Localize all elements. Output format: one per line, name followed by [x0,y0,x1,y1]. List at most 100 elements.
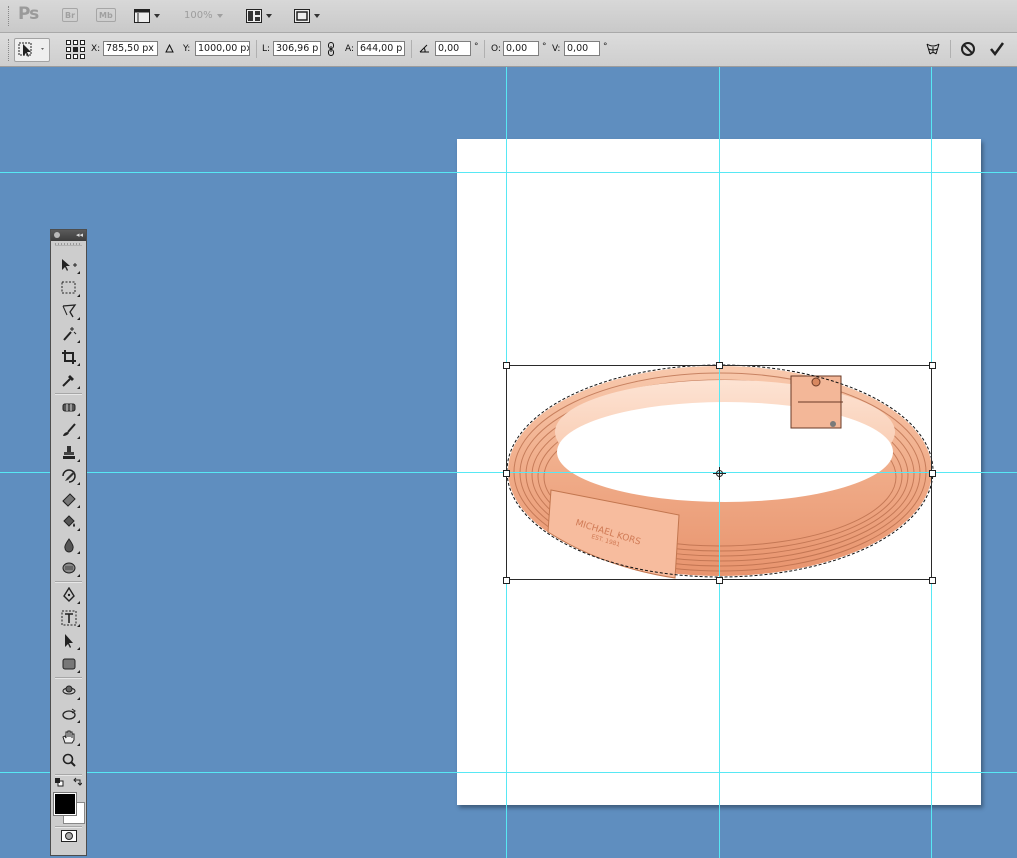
panel-close-icon[interactable] [54,232,60,238]
marquee-icon [61,281,76,294]
commit-transform-button[interactable] [987,39,1007,59]
eraser-tool[interactable] [57,489,81,509]
relative-position-icon[interactable] [165,44,174,53]
transform-handle-right[interactable] [929,470,936,477]
horizontal-skew-field[interactable]: 0,00 [503,41,539,56]
paint-bucket-icon [63,515,75,527]
3d-rotate-icon [62,685,76,695]
shape-icon [62,658,76,670]
tools-panel-header[interactable]: ◂◂ [51,230,86,241]
checkmark-icon [990,42,1005,57]
arrange-documents-button[interactable] [246,8,272,24]
dodge-tool[interactable] [57,558,81,578]
bridge-button[interactable]: Br [62,8,79,22]
hand-tool[interactable] [57,727,81,747]
y-position-field[interactable]: 1000,00 px [195,41,250,56]
screen-mode-button[interactable] [294,8,320,24]
transform-handle-bottom-right[interactable] [929,577,936,584]
tools-panel-grip [55,243,82,246]
clone-stamp-icon [63,446,75,459]
transform-handle-bottom-left[interactable] [503,577,510,584]
arrange-documents-icon [246,9,262,23]
vertical-skew-field[interactable]: 0,00 [564,41,600,56]
lasso-tool[interactable] [57,301,81,321]
horizontal-skew-label: O: [491,44,501,54]
appbar-grip [8,6,11,26]
rotate-field[interactable]: 0,00 [435,41,471,56]
brush-icon [63,423,76,436]
rotate-angle-icon [419,44,429,53]
transform-handle-top-right[interactable] [929,362,936,369]
tool-preset-picker[interactable] [14,38,50,62]
history-brush-icon [62,469,76,483]
options-separator [256,40,257,58]
horizontal-guide[interactable] [0,172,1017,173]
zoom-icon [62,753,76,767]
link-icon[interactable] [327,42,335,56]
pen-tool[interactable] [57,585,81,605]
quick-mask-icon[interactable] [61,830,77,842]
x-position-field[interactable]: 785,50 px [103,41,158,56]
options-separator [484,40,485,58]
zoom-tool[interactable] [57,750,81,770]
panel-collapse-icon[interactable]: ◂◂ [76,231,83,240]
crop-icon [62,350,76,364]
transform-center-point-icon[interactable] [713,467,726,480]
default-colors-icon[interactable] [54,777,64,787]
3d-rotate-tool[interactable] [57,681,81,701]
screen-mode-icon [294,9,310,23]
zoom-level-select[interactable]: 100% [184,10,223,21]
magic-wand-tool[interactable] [57,324,81,344]
blur-tool[interactable] [57,535,81,555]
mini-bridge-button[interactable]: Mb [96,8,116,22]
warp-mode-button[interactable] [923,39,943,59]
transform-handle-top[interactable] [716,362,723,369]
blur-icon [64,538,74,553]
y-label: Y: [183,44,191,54]
options-grip [8,39,11,61]
x-label: X: [91,44,101,54]
cancel-transform-button[interactable] [958,39,978,59]
dodge-icon [62,562,76,574]
paint-bucket-tool[interactable] [57,512,81,532]
rotate-unit: ° [474,42,479,52]
zoom-level-value: 100% [184,10,213,21]
view-extras-button[interactable] [134,8,160,24]
3d-orbit-icon [62,708,76,720]
move-tool[interactable] [57,255,81,275]
horizontal-skew-unit: ° [542,42,547,52]
vertical-skew-label: V: [552,44,561,54]
type-tool[interactable] [57,608,81,628]
vertical-skew-unit: ° [603,42,608,52]
path-selection-tool[interactable] [57,631,81,651]
transform-handle-bottom[interactable] [716,577,723,584]
3d-orbit-tool[interactable] [57,704,81,724]
eraser-icon [62,493,76,507]
height-field[interactable]: 644,00 p [357,41,405,56]
transform-handle-left[interactable] [503,470,510,477]
marquee-tool[interactable] [57,278,81,298]
shape-tool[interactable] [57,654,81,674]
height-label: A: [345,44,355,54]
history-brush-tool[interactable] [57,466,81,486]
eyedropper-tool[interactable] [57,370,81,390]
hand-icon [62,730,75,744]
warp-icon [926,43,940,55]
reference-point-locator[interactable] [66,40,85,59]
pen-icon [63,587,75,602]
options-separator [411,40,412,58]
brush-tool[interactable] [57,420,81,440]
application-bar: Ps Br Mb 100% [0,0,1017,33]
width-label: L: [262,44,271,54]
healing-brush-tool[interactable] [57,397,81,417]
photoshop-logo: Ps [18,4,39,24]
crop-tool[interactable] [57,347,81,367]
swap-colors-icon[interactable] [72,777,82,787]
transform-handle-top-left[interactable] [503,362,510,369]
clone-stamp-tool[interactable] [57,443,81,463]
move-icon [62,259,77,271]
foreground-color-swatch[interactable] [53,792,77,816]
lasso-icon [62,304,77,318]
horizontal-guide[interactable] [0,772,1017,773]
width-field[interactable]: 306,96 p [273,41,321,56]
